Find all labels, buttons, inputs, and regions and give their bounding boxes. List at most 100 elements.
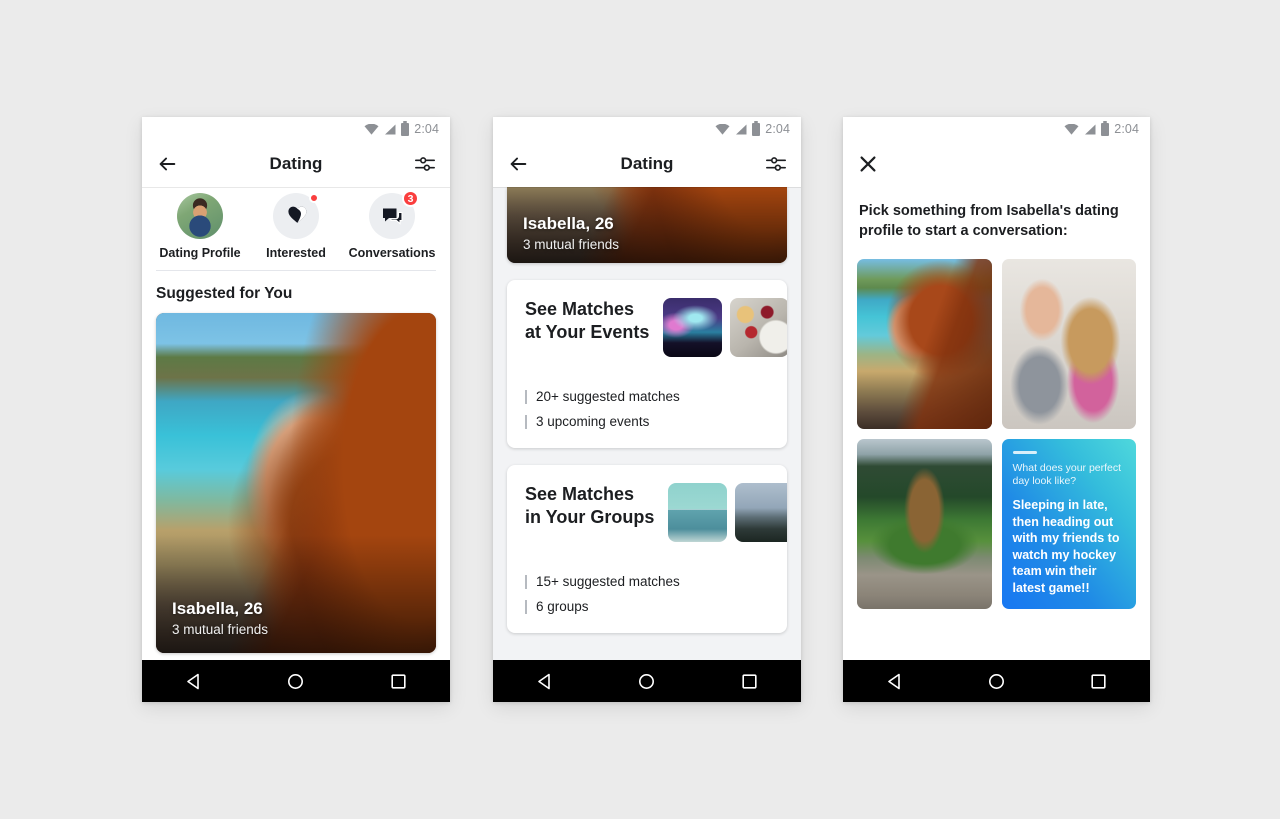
glass-building-photo[interactable] <box>668 483 728 542</box>
nav-recents-button[interactable] <box>382 664 416 698</box>
status-badge <box>309 193 319 203</box>
sidebar-item-conversations[interactable]: 3 Conversations <box>348 190 436 260</box>
profile-caption: Isabella, 26 3 mutual friends <box>172 599 268 637</box>
prompt-text: Pick something from Isabella's dating pr… <box>859 203 1119 239</box>
mutual-friends-text: 3 mutual friends <box>523 237 620 252</box>
card-stats: 20+ suggested matches 3 upcoming events <box>507 384 787 434</box>
phone-screen-matches: 2:04 Dating Isabella, 26 3 mutual friend… <box>493 117 801 702</box>
home-circle-icon <box>288 673 304 689</box>
profile-answer-card[interactable]: What does your perfect day look like? Sl… <box>1001 439 1136 609</box>
signal-icon <box>736 124 747 134</box>
status-badge: 3 <box>402 190 419 207</box>
card-title: See Matches at Your Events <box>525 298 649 343</box>
card-title-line-2: in Your Groups <box>525 506 655 527</box>
nav-recents-button[interactable] <box>733 664 767 698</box>
mutual-friends-text: 3 mutual friends <box>172 622 269 637</box>
stat-text: 15+ suggested matches <box>536 574 680 589</box>
thumbnail-strip[interactable] <box>649 298 787 357</box>
android-nav-bar <box>493 660 801 702</box>
card-title-line-2: at Your Events <box>525 321 650 342</box>
double-heart-icon <box>287 206 306 223</box>
recents-square-icon <box>742 673 757 689</box>
profile-name: Isabella, 26 <box>523 214 614 233</box>
close-x-icon[interactable] <box>857 153 879 175</box>
back-triangle-icon <box>538 673 550 689</box>
card-stats: 15+ suggested matches 6 groups <box>507 569 787 619</box>
page-title: Dating <box>620 154 674 173</box>
card-title-line-1: See Matches <box>525 299 635 319</box>
content-area: Suggested for You Isabella, 26 3 mutual … <box>142 271 450 660</box>
back-arrow-icon[interactable] <box>507 153 529 175</box>
back-arrow-icon[interactable] <box>156 153 178 175</box>
android-nav-bar <box>142 660 450 702</box>
answer-rule <box>1012 451 1037 454</box>
woman-with-dog-photo[interactable] <box>1001 259 1136 429</box>
tuner-sliders-icon[interactable] <box>765 153 787 175</box>
stat-rule <box>525 599 527 614</box>
back-triangle-icon <box>887 673 900 689</box>
signal-icon <box>1085 124 1096 134</box>
sidebar-item-interested[interactable]: Interested <box>253 193 339 260</box>
stat-rule <box>525 414 527 429</box>
food-table-photo[interactable] <box>730 298 787 357</box>
nav-home-button[interactable] <box>979 664 1013 698</box>
nav-back-button[interactable] <box>877 664 911 698</box>
status-time: 2:04 <box>414 122 439 136</box>
shortcut-row: Dating Profile Interested 3 Conversation… <box>142 187 450 270</box>
profile-content-grid: What does your perfect day look like? Sl… <box>843 241 1150 609</box>
stat-text: 3 upcoming events <box>536 414 650 429</box>
sidebar-item-dating-profile[interactable]: Dating Profile <box>157 193 243 260</box>
phone-screen-start-conversation: 2:04 Pick something from Isabella's dati… <box>843 117 1150 702</box>
wifi-icon <box>1064 123 1079 135</box>
suggested-profile-card[interactable]: Isabella, 26 3 mutual friends <box>507 187 787 263</box>
home-circle-icon <box>988 673 1004 689</box>
recents-square-icon <box>391 673 406 689</box>
answer-text: Sleeping in late, then heading out with … <box>1012 498 1120 595</box>
card-title: See Matches in Your Groups <box>525 483 654 528</box>
nav-home-button[interactable] <box>279 664 313 698</box>
wifi-icon <box>364 123 379 135</box>
thumbnail-strip[interactable] <box>654 483 787 542</box>
answer-question: What does your perfect day look like? <box>1012 462 1122 488</box>
nav-back-button[interactable] <box>527 664 561 698</box>
shortcut-label: Conversations <box>348 246 436 260</box>
battery-icon <box>401 120 410 136</box>
status-bar: 2:04 <box>142 117 450 141</box>
bear-statue-photo[interactable] <box>857 439 992 609</box>
forest-coastline-photo[interactable] <box>735 483 787 542</box>
back-triangle-icon <box>187 673 199 689</box>
list-item: 15+ suggested matches <box>525 569 769 594</box>
profile-name: Isabella, 26 <box>172 599 263 618</box>
page-title: Dating <box>269 154 323 173</box>
matches-in-groups-card[interactable]: See Matches in Your Groups 15+ suggested… <box>507 465 787 633</box>
woman-at-beach-photo[interactable] <box>857 259 992 429</box>
battery-icon <box>752 120 761 136</box>
content-area: Pick something from Isabella's dating pr… <box>843 187 1150 660</box>
conversations-icon-circle: 3 <box>369 190 419 239</box>
tuner-sliders-icon[interactable] <box>414 153 436 175</box>
battery-icon <box>1101 120 1110 136</box>
shortcut-label: Interested <box>266 246 326 260</box>
profile-caption: Isabella, 26 3 mutual friends <box>523 214 619 252</box>
content-area: Isabella, 26 3 mutual friends See Matche… <box>493 187 801 660</box>
stat-text: 6 groups <box>536 599 589 614</box>
concert-crowd-photo[interactable] <box>663 298 723 357</box>
status-bar: 2:04 <box>493 117 801 141</box>
app-bar: Dating <box>493 141 801 187</box>
home-circle-icon <box>639 673 655 689</box>
stat-rule <box>525 389 527 404</box>
nav-recents-button[interactable] <box>1082 664 1116 698</box>
stat-rule <box>525 574 527 589</box>
avatar <box>177 193 223 239</box>
status-bar: 2:04 <box>843 117 1150 141</box>
phone-screen-suggested: 2:04 Dating Dating Profile Interested 3 … <box>142 117 450 702</box>
card-title-line-1: See Matches <box>525 484 635 504</box>
android-nav-bar <box>843 660 1150 702</box>
suggested-profile-card[interactable]: Isabella, 26 3 mutual friends <box>156 313 436 653</box>
interested-icon-circle <box>273 193 319 239</box>
matches-at-events-card[interactable]: See Matches at Your Events 20+ suggested… <box>507 280 787 448</box>
list-item: 6 groups <box>525 594 769 619</box>
nav-back-button[interactable] <box>176 664 210 698</box>
nav-home-button[interactable] <box>630 664 664 698</box>
stat-text: 20+ suggested matches <box>536 389 680 404</box>
